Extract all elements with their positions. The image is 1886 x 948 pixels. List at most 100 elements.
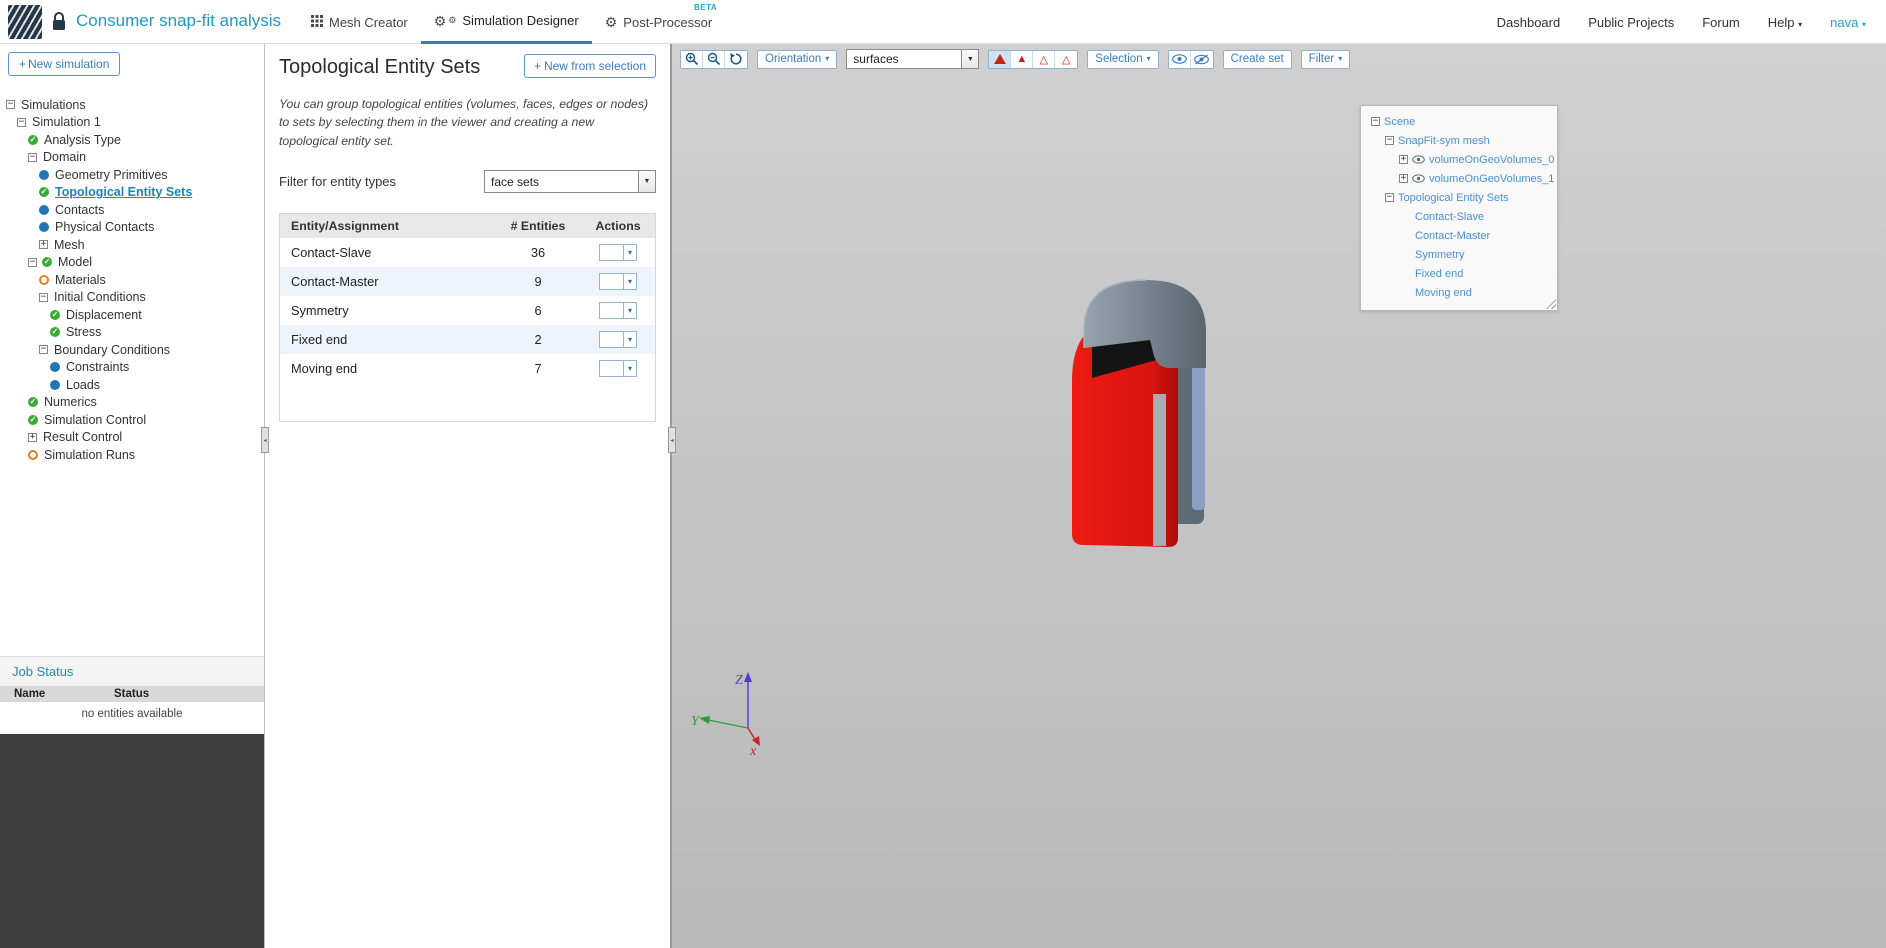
tree-item-simulation-1[interactable]: − Simulation 1 — [0, 114, 264, 132]
app-root: Consumer snap-fit analysis Mesh Creator … — [0, 0, 1886, 948]
visibility-eye-icon[interactable] — [1412, 155, 1425, 164]
tree-item-analysis-type[interactable]: ✓ Analysis Type — [0, 131, 264, 149]
new-from-selection-button[interactable]: + New from selection — [523, 54, 656, 78]
scene-item-snapfit-sym-mesh[interactable]: − SnapFit-sym mesh — [1365, 131, 1553, 150]
project-title[interactable]: Consumer snap-fit analysis — [76, 11, 281, 31]
tree-item-label: Numerics — [44, 395, 97, 410]
tab-mesh-creator[interactable]: Mesh Creator — [298, 0, 421, 44]
tree-item-displacement[interactable]: ✓ Displacement — [0, 306, 264, 324]
collapse-icon[interactable]: − — [17, 117, 26, 127]
scene-tree-panel[interactable]: − Scene − SnapFit-sym mesh + volumeOnGeoVolum… — [1360, 105, 1558, 311]
scene-item-contact-master[interactable]: Contact-Master — [1365, 226, 1553, 245]
zoom-out-button[interactable] — [703, 50, 725, 68]
tree-item-label: Materials — [55, 272, 106, 287]
link-forum[interactable]: Forum — [1702, 15, 1740, 30]
tree-item-model[interactable]: − ✓ Model — [0, 254, 264, 272]
tab-post-processor[interactable]: BETA ⚙ Post-Processor — [592, 0, 725, 44]
link-public-projects[interactable]: Public Projects — [1588, 15, 1674, 30]
surfaces-edges-view-button[interactable]: ▲ — [1011, 50, 1034, 68]
expand-icon[interactable]: + — [1399, 155, 1408, 164]
tree-item-label: Geometry Primitives — [55, 167, 168, 182]
app-logo-icon[interactable] — [8, 5, 42, 39]
user-menu[interactable]: nava ▾ — [1830, 15, 1866, 30]
tree-item-contacts[interactable]: Contacts — [0, 201, 264, 219]
check-status-icon: ✓ — [50, 309, 60, 320]
scene-item-symmetry[interactable]: Symmetry — [1365, 245, 1553, 264]
tab-simulation-designer[interactable]: ⚙ ⚙ Simulation Designer — [420, 0, 592, 44]
link-dashboard[interactable]: Dashboard — [1497, 15, 1561, 30]
scene-item-label: Contact-Master — [1415, 229, 1491, 242]
expand-icon[interactable]: + — [28, 432, 37, 442]
collapse-icon[interactable]: − — [28, 152, 37, 162]
scene-item-volumeongeovolumes-1[interactable]: + volumeOnGeoVolumes_1 — [1365, 169, 1555, 188]
surfaces-view-button[interactable] — [989, 50, 1012, 68]
tree-item-mesh[interactable]: + Mesh — [0, 236, 264, 254]
tree-item-label: Initial Conditions — [54, 290, 146, 305]
expand-icon[interactable]: + — [39, 240, 48, 250]
collapse-icon[interactable]: − — [39, 292, 48, 302]
collapse-icon[interactable]: − — [1385, 136, 1394, 145]
snap-fit-model[interactable] — [1058, 276, 1220, 559]
zoom-in-button[interactable] — [681, 50, 703, 68]
scene-item-scene[interactable]: − Scene — [1365, 112, 1553, 131]
tree-item-boundary-conditions[interactable]: − Boundary Conditions — [0, 341, 264, 359]
show-selection-button[interactable] — [1168, 50, 1191, 68]
table-row-fixed-end[interactable]: Fixed end 2 ▾ — [280, 325, 655, 355]
tree-item-geometry-primitives[interactable]: Geometry Primitives — [0, 166, 264, 184]
help-menu[interactable]: Help ▾ — [1768, 15, 1802, 30]
tree-item-materials[interactable]: Materials — [0, 271, 264, 289]
collapse-icon[interactable]: − — [28, 257, 37, 267]
scene-item-contact-slave[interactable]: Contact-Slave — [1365, 207, 1553, 226]
collapse-icon[interactable]: − — [39, 345, 48, 355]
row-actions-select[interactable]: ▾ — [599, 244, 637, 262]
collapse-icon[interactable]: − — [6, 100, 15, 110]
hide-selection-button[interactable] — [1190, 50, 1213, 68]
reset-view-button[interactable] — [725, 50, 747, 68]
tree-item-topological-entity-sets[interactable]: ✓ Topological Entity Sets — [0, 184, 264, 202]
wireframe-view-button[interactable]: △ — [1033, 50, 1056, 68]
row-actions-select[interactable]: ▾ — [599, 302, 637, 320]
tree-item-simulation-control[interactable]: ✓ Simulation Control — [0, 411, 264, 429]
filter-dropdown[interactable]: Filter ▾ — [1300, 49, 1351, 69]
feature-edges-view-button[interactable]: △ — [1055, 50, 1078, 68]
scene-item-fixed-end[interactable]: Fixed end — [1365, 264, 1553, 283]
tree-item-initial-conditions[interactable]: − Initial Conditions — [0, 289, 264, 307]
collapse-icon[interactable]: − — [1371, 117, 1380, 126]
collapse-icon[interactable]: − — [1385, 193, 1394, 202]
scene-item-volumeongeovolumes-0[interactable]: + volumeOnGeoVolumes_0 — [1365, 150, 1554, 169]
scene-item-label: Topological Entity Sets — [1398, 191, 1509, 204]
visibility-eye-icon[interactable] — [1412, 174, 1425, 183]
row-actions-select[interactable]: ▾ — [599, 331, 637, 349]
orientation-dropdown[interactable]: Orientation ▾ — [757, 49, 838, 69]
panel-resize-handle[interactable]: ◂ — [668, 427, 676, 453]
scene-item-moving-end[interactable]: Moving end — [1365, 283, 1553, 302]
render-mode-select[interactable]: surfaces ▼ — [846, 49, 980, 69]
entity-type-select[interactable]: face sets ▼ — [484, 170, 656, 194]
new-simulation-button[interactable]: + New simulation — [8, 52, 121, 76]
tree-item-loads[interactable]: Loads — [0, 376, 264, 394]
viewer-3d[interactable]: Orientation ▾ surfaces ▼ ▲ △ △ Selection ▾ — [672, 44, 1886, 948]
caret-down-icon: ▾ — [1146, 54, 1151, 63]
check-status-icon: ✓ — [28, 134, 38, 145]
scene-item-topological-entity-sets[interactable]: − Topological Entity Sets — [1365, 188, 1553, 207]
tree-item-stress[interactable]: ✓ Stress — [0, 324, 264, 342]
tree-item-simulations[interactable]: − Simulations — [0, 96, 264, 114]
selection-dropdown[interactable]: Selection ▾ — [1087, 49, 1159, 69]
check-status-icon: ✓ — [28, 414, 38, 425]
tree-item-numerics[interactable]: ✓ Numerics — [0, 394, 264, 412]
tree-item-domain[interactable]: − Domain — [0, 149, 264, 167]
table-row-contact-slave[interactable]: Contact-Slave 36 ▾ — [280, 238, 655, 268]
tree-item-simulation-runs[interactable]: Simulation Runs — [0, 446, 264, 464]
scene-item-label: volumeOnGeoVolumes_1 — [1429, 172, 1555, 185]
row-actions-select[interactable]: ▾ — [599, 360, 637, 378]
tree-item-physical-contacts[interactable]: Physical Contacts — [0, 219, 264, 237]
table-row-symmetry[interactable]: Symmetry 6 ▾ — [280, 296, 655, 326]
sidebar-resize-handle[interactable]: ◂ — [261, 427, 269, 453]
tree-item-result-control[interactable]: + Result Control — [0, 429, 264, 447]
expand-icon[interactable]: + — [1399, 174, 1408, 183]
row-actions-select[interactable]: ▾ — [599, 273, 637, 291]
table-row-contact-master[interactable]: Contact-Master 9 ▾ — [280, 267, 655, 297]
tree-item-constraints[interactable]: Constraints — [0, 359, 264, 377]
create-set-button[interactable]: Create set — [1222, 49, 1292, 69]
table-row-moving-end[interactable]: Moving end 7 ▾ — [280, 354, 655, 384]
